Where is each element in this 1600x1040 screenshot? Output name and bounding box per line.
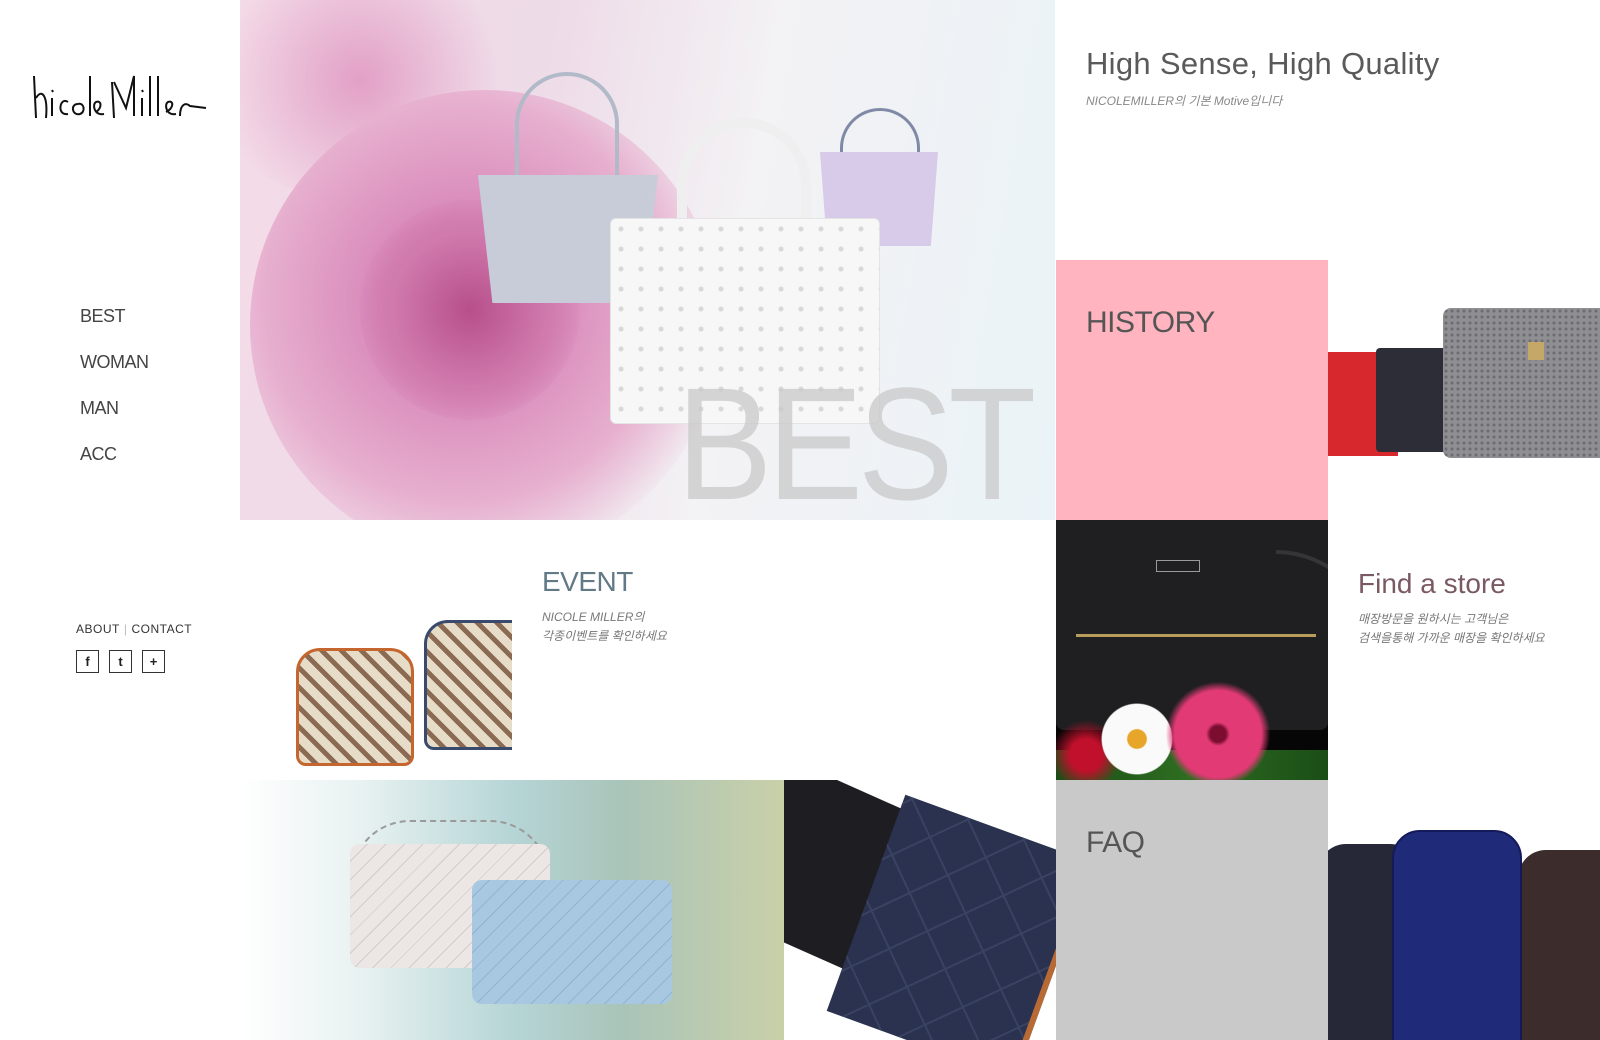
store-desc-line: 검색을통해 가까운 매장을 확인하세요 [1358, 631, 1545, 645]
social-links: f t + [76, 650, 165, 673]
backpack-image [424, 620, 512, 750]
tagline-title: High Sense, High Quality [1086, 46, 1440, 81]
clutch-clasp [1528, 342, 1544, 360]
backpack-image [296, 648, 414, 766]
contact-link[interactable]: CONTACT [131, 622, 192, 636]
gray-clutch-image [1443, 308, 1600, 458]
flower-image [1162, 678, 1274, 780]
hero-overlay-text: BEST [676, 354, 1036, 520]
event-description: NICOLE MILLER의 각종이벤트를 확인하세요 [542, 608, 667, 646]
history-heading: HISTORY [1086, 306, 1215, 339]
backpack-image [1518, 850, 1600, 1040]
faq-tile[interactable]: FAQ [1056, 780, 1328, 1040]
navy-wallet-tile[interactable] [784, 780, 1056, 1040]
blue-quilted-bag-image [472, 880, 672, 1004]
tagline: High Sense, High Quality NICOLEMILLER의 기… [1086, 46, 1440, 109]
event-block[interactable]: EVENT NICOLE MILLER의 각종이벤트를 확인하세요 [542, 566, 667, 646]
nav-item-man[interactable]: MAN [80, 398, 149, 444]
nav-link-man[interactable]: MAN [80, 398, 119, 418]
store-desc-line: 매장방문을 원하시는 고객님은 [1358, 612, 1509, 626]
bag-zipper [1076, 634, 1316, 637]
event-desc-line: NICOLE MILLER의 [542, 610, 645, 624]
black-bag-tile[interactable] [1056, 520, 1328, 780]
logo-signature-icon [33, 75, 207, 119]
twitter-icon[interactable]: t [109, 650, 132, 673]
event-image-tile[interactable] [240, 520, 512, 780]
nav-link-woman[interactable]: WOMAN [80, 352, 149, 372]
backpacks-tile[interactable] [1328, 780, 1600, 1040]
event-title: EVENT [542, 566, 633, 597]
facebook-icon[interactable]: f [76, 650, 99, 673]
backpack-image [1392, 830, 1522, 1040]
event-desc-line: 각종이벤트를 확인하세요 [542, 629, 667, 643]
main-nav: BEST WOMAN MAN ACC [80, 306, 149, 490]
bag-logo-plate [1156, 560, 1200, 572]
nav-item-woman[interactable]: WOMAN [80, 352, 149, 398]
find-store-description: 매장방문을 원하시는 고객님은 검색을통해 가까운 매장을 확인하세요 [1358, 610, 1545, 648]
find-store-block[interactable]: Find a store 매장방문을 원하시는 고객님은 검색을통해 가까운 매… [1358, 568, 1545, 648]
tagline-subtitle: NICOLEMILLER의 기본 Motive입니다 [1086, 94, 1283, 108]
wallets-image-tile[interactable] [1328, 260, 1600, 520]
history-tile[interactable]: HISTORY [1056, 260, 1328, 520]
nav-link-best[interactable]: BEST [80, 306, 126, 326]
brand-logo[interactable] [30, 68, 210, 128]
nav-link-acc[interactable]: ACC [80, 444, 117, 464]
quilted-bags-tile[interactable] [240, 780, 784, 1040]
about-link[interactable]: ABOUT [76, 622, 120, 636]
faq-heading: FAQ [1086, 826, 1145, 859]
footer-separator: | [123, 622, 128, 636]
nav-item-best[interactable]: BEST [80, 306, 149, 352]
find-store-title: Find a store [1358, 568, 1506, 599]
hero-best-banner[interactable]: BEST [240, 0, 1055, 520]
sidebar: BEST WOMAN MAN ACC ABOUT | CONTACT f t + [0, 0, 240, 1040]
plus-icon[interactable]: + [142, 650, 165, 673]
nav-item-acc[interactable]: ACC [80, 444, 149, 490]
footer-links: ABOUT | CONTACT [76, 622, 192, 636]
